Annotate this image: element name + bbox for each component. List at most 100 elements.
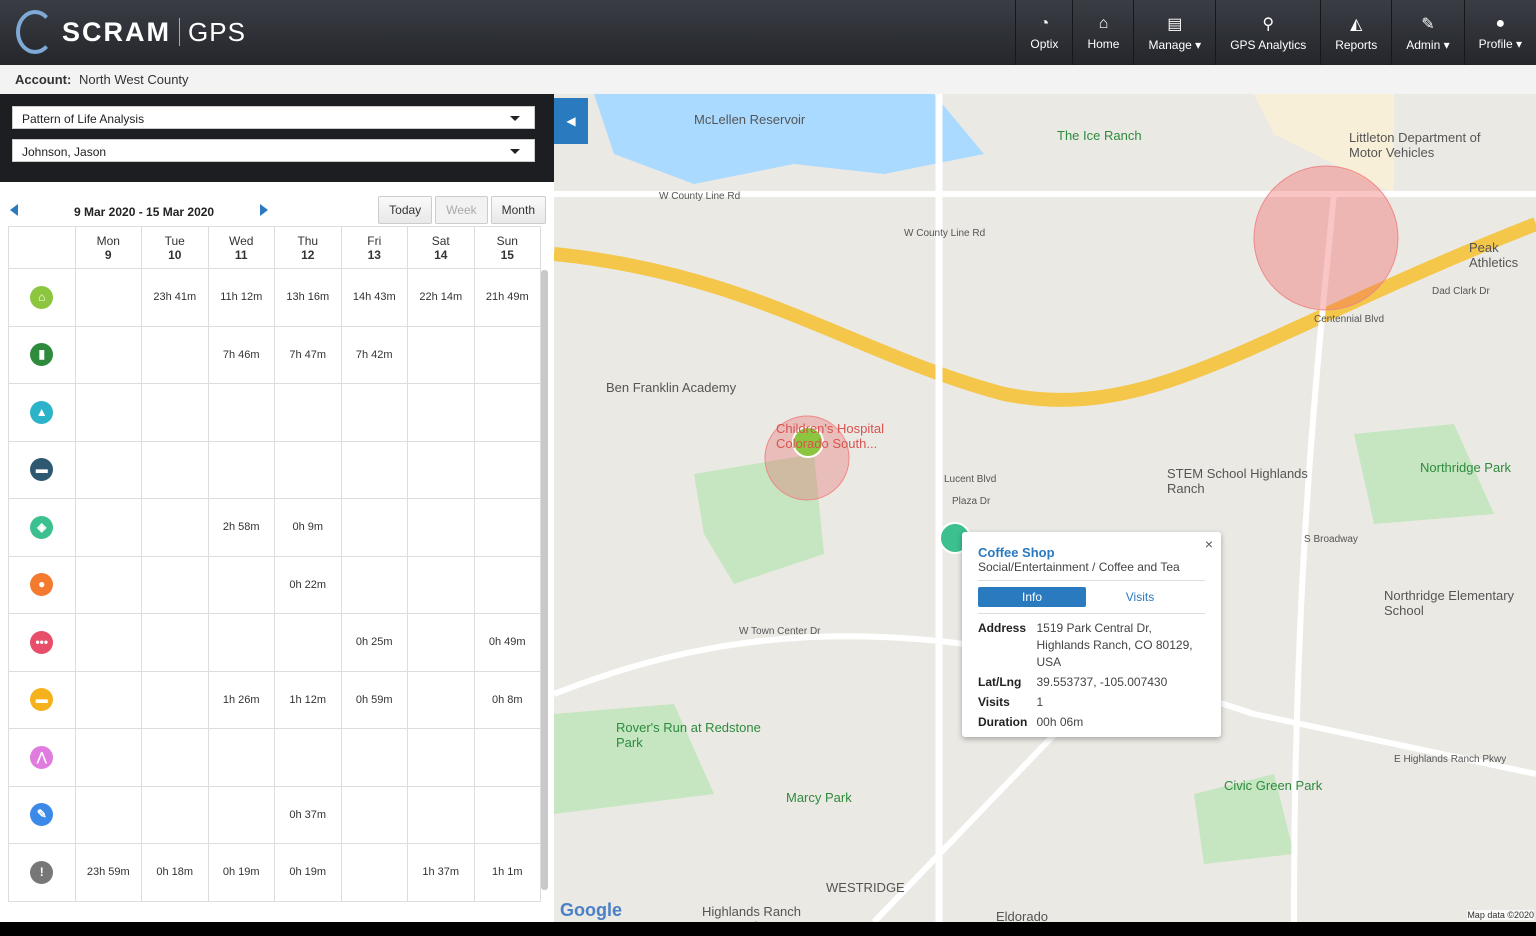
duration-cell[interactable]: [340, 785, 408, 844]
duration-cell[interactable]: [274, 613, 342, 672]
duration-cell[interactable]: 0h 49m: [473, 613, 541, 672]
duration-cell[interactable]: 0h 8m: [473, 670, 541, 729]
duration-cell[interactable]: [207, 440, 275, 499]
duration-cell[interactable]: [141, 555, 209, 614]
nav-manage[interactable]: ▤ Manage ▾: [1133, 0, 1215, 65]
duration-cell[interactable]: [207, 555, 275, 614]
duration-cell[interactable]: [74, 555, 142, 614]
duration-cell[interactable]: 0h 19m: [207, 843, 275, 902]
duration-cell[interactable]: 22h 14m: [407, 268, 475, 327]
duration-cell[interactable]: [141, 440, 209, 499]
duration-cell[interactable]: [407, 670, 475, 729]
duration-cell[interactable]: [407, 440, 475, 499]
tab-visits[interactable]: Visits: [1086, 587, 1194, 607]
duration-cell[interactable]: [141, 785, 209, 844]
duration-cell[interactable]: [274, 728, 342, 787]
duration-cell[interactable]: [340, 440, 408, 499]
duration-cell[interactable]: [473, 383, 541, 442]
duration-cell[interactable]: [407, 555, 475, 614]
close-icon[interactable]: ×: [1205, 536, 1213, 552]
briefcase-icon[interactable]: ▬: [30, 458, 54, 482]
duration-cell[interactable]: [141, 498, 209, 557]
ticket-icon[interactable]: ◈: [30, 515, 54, 539]
duration-cell[interactable]: 1h 26m: [207, 670, 275, 729]
duration-cell[interactable]: [473, 325, 541, 384]
next-week-icon[interactable]: [260, 204, 268, 216]
car-icon[interactable]: ▬: [30, 688, 54, 712]
duration-cell[interactable]: [473, 440, 541, 499]
duration-cell[interactable]: [74, 440, 142, 499]
more-icon[interactable]: •••: [30, 630, 54, 654]
table-scrollbar[interactable]: [541, 270, 548, 890]
duration-cell[interactable]: 0h 59m: [340, 670, 408, 729]
duration-cell[interactable]: 1h 1m: [473, 843, 541, 902]
duration-cell[interactable]: [340, 498, 408, 557]
duration-cell[interactable]: [407, 498, 475, 557]
nav-home[interactable]: ⌂ Home: [1072, 0, 1133, 65]
duration-cell[interactable]: 1h 37m: [407, 843, 475, 902]
nav-profile[interactable]: ● Profile ▾: [1463, 0, 1536, 65]
nav-admin[interactable]: ✎ Admin ▾: [1391, 0, 1463, 65]
map-attribution[interactable]: Map data ©2020: [1467, 910, 1534, 920]
today-button[interactable]: Today: [378, 196, 433, 224]
prev-week-icon[interactable]: [10, 204, 18, 216]
duration-cell[interactable]: 23h 41m: [141, 268, 209, 327]
duration-cell[interactable]: 0h 9m: [274, 498, 342, 557]
duration-cell[interactable]: [74, 325, 142, 384]
home-icon[interactable]: ⌂: [30, 285, 54, 309]
duration-cell[interactable]: [340, 383, 408, 442]
duration-cell[interactable]: 2h 58m: [207, 498, 275, 557]
graduation-cap-icon[interactable]: ▲: [30, 400, 54, 424]
duration-cell[interactable]: [407, 383, 475, 442]
duration-cell[interactable]: [207, 728, 275, 787]
duration-cell[interactable]: [207, 785, 275, 844]
duration-cell[interactable]: [141, 728, 209, 787]
duration-cell[interactable]: [141, 383, 209, 442]
duration-cell[interactable]: 13h 16m: [274, 268, 342, 327]
duration-cell[interactable]: [141, 325, 209, 384]
duration-cell[interactable]: 11h 12m: [207, 268, 275, 327]
duration-cell[interactable]: [74, 728, 142, 787]
duration-cell[interactable]: [340, 555, 408, 614]
duration-cell[interactable]: [473, 728, 541, 787]
duration-cell[interactable]: [74, 670, 142, 729]
duration-cell[interactable]: [407, 613, 475, 672]
duration-cell[interactable]: [407, 728, 475, 787]
duration-cell[interactable]: [473, 498, 541, 557]
tab-info[interactable]: Info: [978, 587, 1086, 607]
duration-cell[interactable]: [473, 785, 541, 844]
duration-cell[interactable]: [207, 613, 275, 672]
month-button[interactable]: Month: [490, 196, 546, 224]
duration-cell[interactable]: [74, 498, 142, 557]
duration-cell[interactable]: 0h 18m: [141, 843, 209, 902]
duration-cell[interactable]: [74, 383, 142, 442]
collapse-panel-button[interactable]: ◀: [554, 98, 588, 144]
duration-cell[interactable]: [340, 843, 408, 902]
person-select[interactable]: Johnson, Jason: [12, 139, 535, 162]
week-button[interactable]: Week: [435, 196, 488, 224]
nav-reports[interactable]: ◭ Reports: [1320, 0, 1391, 65]
duration-cell[interactable]: 0h 25m: [340, 613, 408, 672]
duration-cell[interactable]: 14h 43m: [340, 268, 408, 327]
duration-cell[interactable]: 21h 49m: [473, 268, 541, 327]
duration-cell[interactable]: [141, 670, 209, 729]
duration-cell[interactable]: 7h 47m: [274, 325, 342, 384]
duration-cell[interactable]: 0h 22m: [274, 555, 342, 614]
duration-cell[interactable]: [274, 440, 342, 499]
duration-cell[interactable]: 1h 12m: [274, 670, 342, 729]
network-icon[interactable]: ⋀: [30, 745, 54, 769]
alert-icon[interactable]: !: [30, 860, 54, 884]
duration-cell[interactable]: 0h 19m: [274, 843, 342, 902]
scram-logo[interactable]: SCRAM GPS: [16, 10, 246, 54]
duration-cell[interactable]: 0h 37m: [274, 785, 342, 844]
map[interactable]: McLellen Reservoir The Ice Ranch Littleton…: [554, 94, 1536, 922]
food-icon[interactable]: ●: [30, 573, 54, 597]
nav-optix[interactable]: ◔ Optix: [1015, 0, 1072, 65]
wrench-icon[interactable]: ✎: [30, 803, 54, 827]
duration-cell[interactable]: 7h 42m: [340, 325, 408, 384]
duration-cell[interactable]: [340, 728, 408, 787]
duration-cell[interactable]: 7h 46m: [207, 325, 275, 384]
duration-cell[interactable]: [74, 785, 142, 844]
duration-cell[interactable]: [74, 613, 142, 672]
duration-cell[interactable]: 23h 59m: [74, 843, 142, 902]
